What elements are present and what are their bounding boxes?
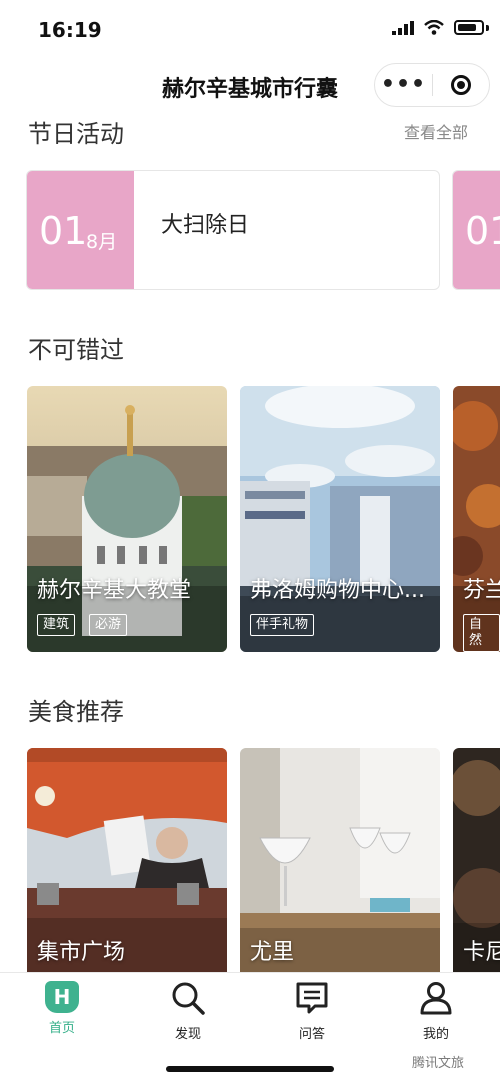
festival-month: 8月 [86,231,118,253]
miniprogram-capsule[interactable]: ••• [374,63,490,107]
tab-home[interactable]: H 首页 [22,981,102,1036]
festival-date: 01 [453,171,500,289]
tab-mine[interactable]: 我的 [396,981,476,1042]
food-card-bread[interactable]: 卡尼 [453,748,500,972]
cathedral-photo [27,386,227,652]
shopping-mall-photo [240,386,440,652]
battery-icon [454,20,484,35]
food-title: 美食推荐 [28,698,124,726]
attraction-card-shopping[interactable]: 弗洛姆购物中心... 伴手礼物 [240,386,440,652]
autumn-forest-photo [453,386,500,652]
status-time: 16:19 [38,18,102,42]
search-icon [172,982,205,1015]
festival-date: 01 8月 [27,171,134,289]
attraction-name: 赫尔辛基大教堂 [37,578,192,603]
tab-label: 问答 [298,1027,325,1042]
tab-label: 首页 [48,1021,75,1036]
tag-nature: 自然 [463,614,500,652]
food-name: 集市广场 [37,940,126,965]
festival-card[interactable]: 01 8月 大扫除日 [26,170,440,290]
watermark: 腾讯文旅 [412,1056,465,1071]
festival-card-next[interactable]: 01 [452,170,500,290]
food-card-market[interactable]: 集市广场 [27,748,227,972]
see-all-link[interactable]: 查看全部 [404,119,468,143]
tab-qa[interactable]: 问答 [272,981,352,1042]
target-circle-icon [450,75,471,95]
tab-label: 我的 [422,1027,449,1042]
festival-day: 01 [465,209,500,253]
festivals-title: 节日活动 [28,120,124,148]
status-icons [392,20,489,35]
chat-icon [296,982,328,1014]
attraction-card-cathedral[interactable]: 赫尔辛基大教堂 建筑 必游 [27,386,227,652]
must-see-title: 不可错过 [28,336,124,364]
home-h-icon: H [45,981,79,1013]
food-name: 卡尼 [463,940,500,965]
tag-architecture: 建筑 [37,614,76,636]
signal-icon [392,20,414,35]
tab-discover[interactable]: 发现 [148,981,228,1042]
food-name: 尤里 [250,940,295,965]
battery-tip [486,24,489,31]
tag-must-visit: 必游 [89,614,128,636]
home-indicator [166,1066,334,1072]
wifi-icon [424,20,444,35]
tag-souvenir: 伴手礼物 [250,614,315,636]
attraction-card-nature[interactable]: 芬兰 自然 [453,386,500,652]
attraction-name: 芬兰 [463,578,500,603]
close-miniprogram-button[interactable] [433,75,489,95]
food-card-restaurant[interactable]: 尤里 [240,748,440,972]
festival-name: 大扫除日 [161,213,250,238]
tab-label: 发现 [174,1027,201,1042]
attraction-name: 弗洛姆购物中心... [250,578,425,603]
user-icon [420,982,452,1015]
more-dots-icon[interactable]: ••• [375,65,432,105]
festival-day: 01 [39,209,88,253]
